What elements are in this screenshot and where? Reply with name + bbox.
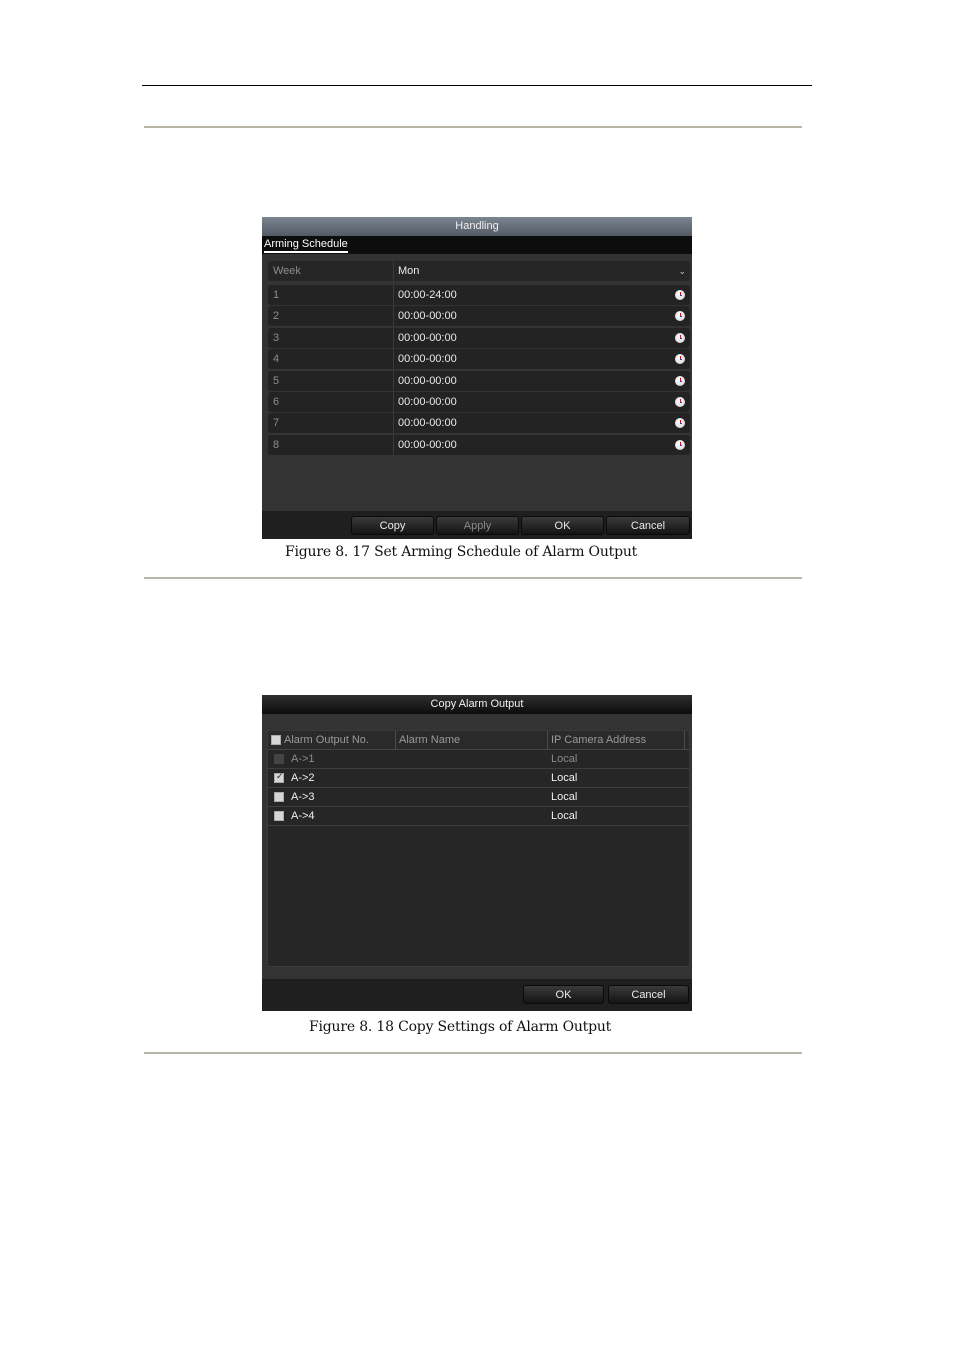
ip-camera-address: Local (551, 791, 578, 803)
period-number: 3 (268, 327, 394, 348)
schedule-period-row: 3 00:00-00:00 (268, 327, 690, 349)
dialog-footer: Copy Apply OK Cancel (262, 511, 692, 539)
period-number: 7 (268, 413, 394, 434)
week-value: Mon (398, 265, 420, 277)
period-time: 00:00-00:00 (398, 310, 457, 323)
page-header-rule (142, 85, 812, 86)
ok-button[interactable]: OK (521, 516, 604, 535)
period-time-field[interactable]: 00:00-24:00 (398, 285, 690, 305)
tab-bar: Arming Schedule (262, 236, 692, 254)
alarm-output-no: A->2 (291, 772, 315, 784)
chevron-down-icon[interactable]: ⌄ (678, 261, 686, 281)
alarm-output-no: A->4 (291, 810, 315, 822)
schedule-period-row: 5 00:00-00:00 (268, 370, 690, 392)
period-time: 00:00-00:00 (398, 438, 457, 451)
clock-icon[interactable] (675, 375, 685, 386)
period-time: 00:00-00:00 (398, 395, 457, 408)
period-number: 2 (268, 306, 394, 327)
schedule-period-row: 4 00:00-00:00 (268, 349, 690, 371)
dialog-title: Copy Alarm Output (262, 695, 692, 714)
schedule-period-row: 7 00:00-00:00 (268, 413, 690, 435)
period-time-field[interactable]: 00:00-00:00 (398, 349, 690, 369)
alarm-output-no: A->1 (291, 753, 315, 765)
section-divider (144, 126, 802, 128)
schedule-table: Week Mon ⌄ 1 00:00-24:00 2 00:00-00:00 3 00:0… (268, 261, 690, 456)
section-divider (144, 577, 802, 579)
schedule-period-row: 6 00:00-00:00 (268, 391, 690, 413)
checkmark-icon: ✓ (276, 771, 284, 781)
clock-icon[interactable] (675, 418, 685, 429)
row-checkbox[interactable] (274, 792, 284, 802)
period-number: 4 (268, 349, 394, 370)
figure-caption: Figure 8. 17 Set Arming Schedule of Alar… (285, 544, 638, 560)
period-time-field[interactable]: 00:00-00:00 (398, 392, 690, 412)
table-row[interactable]: A->3 Local (268, 788, 689, 807)
row-checkbox (274, 754, 284, 764)
clock-icon[interactable] (675, 311, 685, 322)
period-time-field[interactable]: 00:00-00:00 (398, 371, 690, 391)
schedule-period-row: 1 00:00-24:00 (268, 285, 690, 306)
ip-camera-address: Local (551, 753, 578, 765)
period-number: 1 (268, 285, 394, 305)
period-number: 6 (268, 391, 394, 412)
period-time: 00:00-24:00 (398, 289, 457, 301)
ok-button[interactable]: OK (523, 985, 604, 1004)
clock-icon[interactable] (675, 332, 685, 343)
row-checkbox[interactable] (274, 811, 284, 821)
apply-button[interactable]: Apply (436, 516, 519, 535)
week-label: Week (268, 261, 394, 281)
period-time: 00:00-00:00 (398, 374, 457, 387)
week-selector-row[interactable]: Week Mon ⌄ (268, 261, 690, 282)
table-row[interactable]: ✓ A->2 Local (268, 769, 689, 788)
period-time: 00:00-00:00 (398, 331, 457, 344)
select-all-checkbox[interactable] (271, 735, 281, 745)
column-header-ip-camera-address[interactable]: IP Camera Address (548, 731, 685, 749)
section-divider (144, 1052, 802, 1054)
table-row[interactable]: A->4 Local (268, 807, 689, 826)
column-header-alarm-name[interactable]: Alarm Name (396, 731, 548, 749)
figure-caption: Figure 8. 18 Copy Settings of Alarm Outp… (309, 1019, 612, 1035)
ip-camera-address: Local (551, 772, 578, 784)
week-select[interactable]: Mon ⌄ (398, 261, 690, 281)
period-time: 00:00-00:00 (398, 417, 457, 430)
clock-icon[interactable] (675, 290, 685, 300)
period-number: 8 (268, 434, 394, 455)
schedule-period-row: 2 00:00-00:00 (268, 306, 690, 328)
tab-arming-schedule[interactable]: Arming Schedule (264, 238, 348, 253)
clock-icon[interactable] (675, 439, 685, 450)
alarm-output-no: A->3 (291, 791, 315, 803)
cancel-button[interactable]: Cancel (608, 985, 689, 1004)
period-time-field[interactable]: 00:00-00:00 (398, 328, 690, 348)
table-row[interactable]: A->1 Local (268, 750, 689, 769)
alarm-output-table: Alarm Output No. Alarm Name IP Camera Ad… (267, 730, 690, 967)
dialog-footer: OK Cancel (262, 979, 692, 1011)
copy-button[interactable]: Copy (351, 516, 434, 535)
table-header: Alarm Output No. Alarm Name IP Camera Ad… (268, 731, 689, 750)
column-header-alarm-output-no[interactable]: Alarm Output No. (268, 731, 396, 749)
copy-alarm-output-dialog: Copy Alarm Output Alarm Output No. Alarm… (262, 695, 692, 1011)
period-number: 5 (268, 370, 394, 391)
cancel-button[interactable]: Cancel (606, 516, 690, 535)
period-time-field[interactable]: 00:00-00:00 (398, 413, 690, 433)
period-time: 00:00-00:00 (398, 353, 457, 366)
ip-camera-address: Local (551, 810, 578, 822)
clock-icon[interactable] (675, 354, 685, 365)
handling-dialog: Handling Arming Schedule Week Mon ⌄ 1 00:… (262, 217, 692, 539)
dialog-title: Handling (262, 217, 692, 236)
clock-icon[interactable] (675, 396, 685, 407)
period-time-field[interactable]: 00:00-00:00 (398, 435, 690, 455)
period-time-field[interactable]: 00:00-00:00 (398, 306, 690, 326)
schedule-period-row: 8 00:00-00:00 (268, 434, 690, 456)
row-checkbox[interactable]: ✓ (274, 771, 284, 783)
